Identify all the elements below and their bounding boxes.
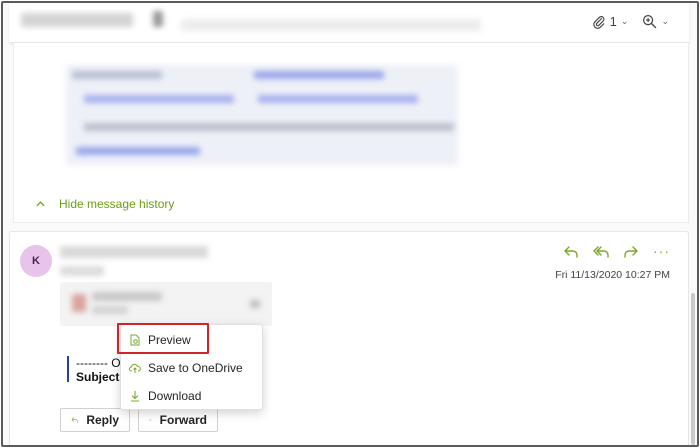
attachments-button[interactable]: 1 ⌄ (592, 14, 629, 29)
attachment-tile[interactable] (60, 282, 272, 326)
menu-item-label: Save to OneDrive (148, 361, 243, 375)
blurred-line (76, 147, 200, 155)
menu-item-preview[interactable]: Preview (121, 326, 264, 354)
attachment-menu-chevron (250, 300, 260, 308)
blurred-filename (92, 292, 162, 301)
blurred-subject-rest (181, 19, 481, 31)
menu-item-save-to-onedrive[interactable]: Save to OneDrive (121, 354, 264, 382)
message-date: Fri 11/13/2020 10:27 PM (555, 269, 670, 281)
chevron-up-icon (36, 201, 45, 207)
scrollbar[interactable] (691, 293, 695, 445)
quoted-header: -------- O (76, 356, 121, 370)
reading-pane: 1 ⌄ ⌄ Hide message history K ··· Fri 11/… (1, 1, 699, 447)
menu-item-download[interactable]: Download (121, 382, 264, 410)
reply-icon (71, 417, 78, 423)
cloud-upload-icon (129, 363, 141, 373)
blurred-line (84, 95, 234, 103)
blurred-line (72, 71, 162, 79)
more-options-icon[interactable]: ··· (653, 244, 670, 260)
reply-button[interactable]: Reply (60, 408, 130, 432)
reply-icon[interactable] (563, 244, 579, 260)
hide-history-label: Hide message history (59, 197, 175, 211)
message-toolbar: 1 ⌄ ⌄ (9, 3, 689, 43)
chevron-down-icon: ⌄ (661, 16, 669, 26)
zoom-button[interactable]: ⌄ (642, 14, 669, 29)
blurred-line (254, 71, 384, 79)
attachment-count: 1 (609, 14, 617, 29)
blurred-line (258, 95, 418, 103)
blurred-filesize (92, 306, 128, 314)
zoom-icon (643, 14, 657, 29)
blurred-sender (60, 246, 208, 258)
reply-all-icon[interactable] (593, 244, 609, 260)
download-icon (131, 391, 139, 402)
paperclip-icon (592, 15, 605, 29)
blurred-recipient (60, 266, 104, 276)
menu-item-label: Preview (148, 333, 191, 347)
quote-bar (67, 356, 69, 382)
chevron-down-icon: ⌄ (620, 16, 629, 26)
message-card: K ··· Fri 11/13/2020 10:27 PM -------- O… (9, 231, 689, 445)
forward-button-label: Forward (159, 413, 207, 427)
quoted-subject-label: Subject: (76, 370, 124, 384)
avatar[interactable]: K (20, 245, 52, 277)
attachment-context-menu: Preview Save to OneDrive Download (120, 324, 263, 410)
message-history: Hide message history (13, 43, 689, 223)
forward-button[interactable]: Forward (138, 408, 218, 432)
blurred-file-icon (72, 294, 86, 312)
hide-history-link[interactable]: Hide message history (36, 197, 174, 211)
blurred-subject (21, 13, 133, 27)
forward-icon (149, 419, 152, 421)
blurred-icon (153, 11, 163, 27)
forward-icon[interactable] (623, 244, 639, 260)
reply-button-label: Reply (86, 413, 119, 427)
blurred-line (84, 123, 454, 131)
menu-item-label: Download (148, 389, 202, 403)
preview-icon (130, 334, 140, 346)
message-actions: ··· (563, 244, 670, 260)
